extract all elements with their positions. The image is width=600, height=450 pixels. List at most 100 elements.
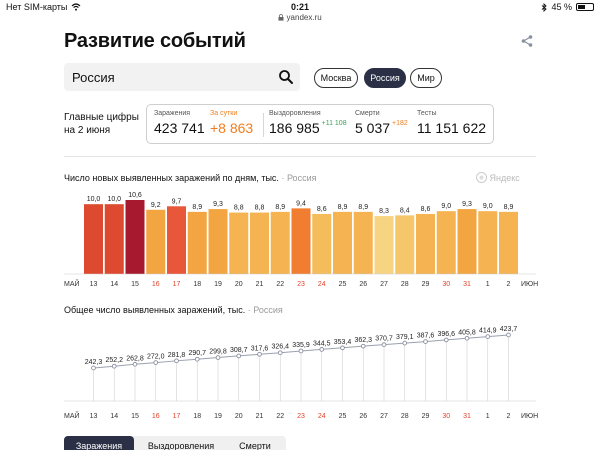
data-point[interactable]: [381, 342, 387, 347]
data-point[interactable]: [236, 353, 242, 359]
point-value-label: 335,9: [292, 342, 310, 349]
x-tick-label: 28: [401, 413, 409, 420]
search-icon[interactable]: [278, 69, 294, 85]
tab-infections[interactable]: Заражения: [64, 436, 134, 450]
x-tick-label: 13: [90, 413, 98, 420]
x-tick-label: 30: [442, 281, 450, 288]
yandex-logo-icon: [476, 172, 487, 183]
bar-value-label: 9,2: [151, 202, 161, 209]
point-value-label: 379,1: [396, 334, 414, 341]
data-point[interactable]: [111, 363, 117, 369]
bar[interactable]: [353, 211, 373, 274]
point-value-label: 414,9: [479, 328, 497, 335]
bar[interactable]: [146, 209, 166, 274]
x-tick-label: 21: [256, 413, 264, 420]
bar-value-label: 10,0: [87, 196, 101, 203]
bar-value-label: 8,8: [234, 205, 244, 212]
data-point[interactable]: [443, 337, 449, 343]
data-point[interactable]: [506, 332, 511, 338]
stat-delta: +182: [392, 120, 408, 127]
x-tick-label: 2: [507, 413, 511, 420]
tab-recovered[interactable]: Выздоровления: [138, 436, 224, 450]
data-point[interactable]: [319, 347, 325, 352]
data-point[interactable]: [277, 350, 283, 356]
page-title: Развитие событий: [64, 30, 246, 52]
x-tick-label: 29: [422, 413, 430, 420]
point-value-label: 326,4: [271, 344, 289, 351]
data-point[interactable]: [174, 358, 179, 364]
point-value-label: 252,2: [105, 357, 123, 364]
bar-value-label: 8,3: [379, 208, 389, 215]
data-point[interactable]: [132, 361, 138, 367]
chip-world[interactable]: Мир: [410, 68, 442, 88]
data-point[interactable]: [464, 335, 470, 341]
x-tick-label: 24: [318, 413, 326, 420]
bar[interactable]: [167, 206, 186, 274]
bar-value-label: 8,9: [504, 204, 514, 211]
stat-daily: За сутки +8 863: [210, 110, 253, 136]
data-point[interactable]: [91, 365, 96, 371]
data-point[interactable]: [360, 343, 366, 349]
x-tick-label: 19: [214, 413, 222, 420]
summary-label-line1: Главные цифры: [64, 112, 139, 123]
tab-deaths[interactable]: Смерти: [226, 436, 284, 450]
stat-label: Выздоровления: [269, 110, 321, 117]
x-tick-label: 31: [463, 413, 471, 420]
point-value-label: 423,7: [500, 326, 518, 333]
data-point[interactable]: [153, 360, 159, 365]
stat-value: 5 037: [355, 120, 391, 136]
summary-label-date: на 2 июня: [64, 125, 111, 136]
bar-value-label: 9,7: [172, 198, 182, 205]
stat-recovered: Выздоровления 186 985 +11 108: [269, 110, 347, 136]
data-point[interactable]: [194, 356, 200, 362]
bar[interactable]: [229, 212, 249, 274]
bar[interactable]: [374, 216, 394, 274]
data-point[interactable]: [485, 334, 491, 339]
data-point[interactable]: [298, 348, 304, 354]
x-tick-label: 20: [235, 413, 243, 420]
x-tick-label: 18: [193, 281, 201, 288]
bar-value-label: 10,6: [128, 192, 142, 199]
bar[interactable]: [499, 211, 518, 274]
bar[interactable]: [187, 211, 207, 274]
month-start-label: МАЙ: [64, 279, 80, 288]
bar[interactable]: [312, 213, 332, 274]
bar[interactable]: [416, 213, 435, 274]
bar[interactable]: [291, 208, 311, 274]
bar[interactable]: [395, 215, 415, 274]
clock: 0:21: [290, 2, 309, 12]
x-tick-label: 27: [380, 281, 388, 288]
bar[interactable]: [457, 209, 477, 274]
stat-infections: Заражения 423 741: [154, 110, 205, 136]
search-input[interactable]: Россия: [64, 63, 300, 91]
data-point[interactable]: [340, 345, 345, 351]
bar[interactable]: [478, 211, 498, 274]
chip-moscow[interactable]: Москва: [314, 68, 358, 88]
x-tick-label: 15: [131, 281, 139, 288]
x-tick-label: 27: [380, 413, 388, 420]
bar[interactable]: [270, 211, 290, 274]
data-point[interactable]: [215, 355, 221, 360]
bar[interactable]: [104, 204, 124, 274]
data-point[interactable]: [402, 340, 408, 346]
bar[interactable]: [208, 209, 228, 274]
data-point[interactable]: [257, 351, 262, 357]
bar[interactable]: [250, 212, 269, 274]
x-tick-label: 20: [235, 281, 243, 288]
divider: [64, 156, 536, 157]
yandex-watermark-text: Яндекс: [489, 173, 520, 183]
bar-chart-title-text: Число новых выявленных заражений по дням…: [64, 173, 279, 183]
bar[interactable]: [84, 204, 103, 274]
x-tick-label: 14: [110, 281, 118, 288]
line-chart-title-text: Общее число выявленных заражений, тыс.: [64, 305, 246, 315]
bar[interactable]: [125, 200, 145, 274]
bar[interactable]: [333, 211, 352, 274]
battery-percent: 45 %: [551, 2, 572, 12]
data-point[interactable]: [423, 339, 428, 344]
x-tick-label: 30: [442, 413, 450, 420]
chip-russia[interactable]: Россия: [364, 68, 406, 88]
point-value-label: 308,7: [230, 347, 248, 354]
url-bar[interactable]: yandex.ru: [0, 13, 600, 25]
bar[interactable]: [436, 211, 456, 274]
share-icon[interactable]: [520, 34, 534, 48]
